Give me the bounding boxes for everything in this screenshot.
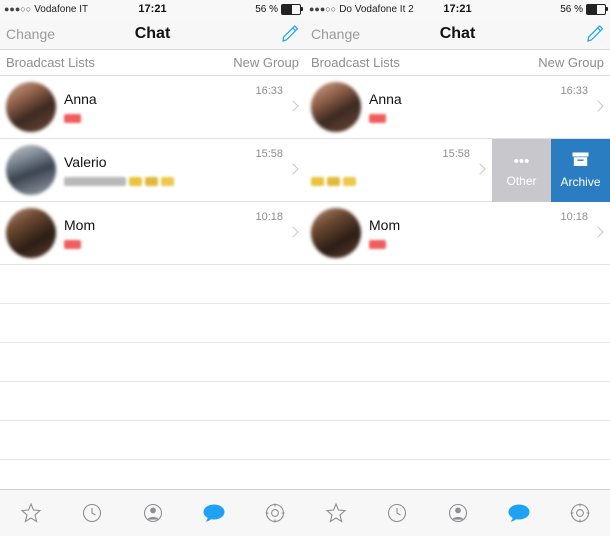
broadcast-lists-button[interactable]: Broadcast Lists: [6, 55, 95, 70]
clock-icon: [386, 502, 408, 524]
new-group-button[interactable]: New Group: [538, 55, 604, 70]
redacted-preview-icon: [64, 176, 126, 186]
timestamp: 10:18: [255, 211, 283, 223]
sidebar-item-starred[interactable]: [305, 502, 366, 524]
other-action-button[interactable]: ••• Other: [492, 139, 551, 202]
compose-button[interactable]: [282, 25, 299, 42]
page-title: Chat: [134, 24, 171, 42]
table-row[interactable]: Mom 10:18: [0, 202, 305, 265]
compose-button[interactable]: [587, 25, 604, 42]
sidebar-item-contacts[interactable]: [427, 502, 488, 524]
page-title: Chat: [439, 24, 476, 42]
redacted-preview-icon: [369, 113, 386, 123]
status-right-cluster: 56 %: [560, 3, 608, 15]
emoji-icon: [161, 176, 174, 186]
compose-icon: [282, 25, 299, 42]
left-sub-bar: Broadcast Lists New Group: [0, 50, 305, 76]
left-chat-list: Anna 16:33 Valerio 15:58 Mom 10:18: [0, 76, 305, 460]
table-row[interactable]: Anna 16:33: [0, 76, 305, 139]
timestamp: 16:33: [560, 85, 588, 97]
sidebar-item-settings[interactable]: [244, 502, 305, 524]
battery-icon: [586, 3, 608, 15]
sidebar-item-settings[interactable]: [549, 502, 610, 524]
swipe-actions: ••• Other Archive: [492, 139, 610, 202]
broadcast-lists-button[interactable]: Broadcast Lists: [311, 55, 400, 70]
sidebar-item-recent[interactable]: [366, 502, 427, 524]
chat-bubble-icon: [202, 502, 226, 524]
contact-name: Mom: [64, 217, 96, 233]
sidebar-item-starred[interactable]: [0, 502, 61, 524]
settings-icon: [264, 502, 286, 524]
message-preview: [64, 113, 283, 123]
right-phone-screen: ●●●○○ Do Vodafone It 2 17:21 56 % Change…: [305, 0, 610, 536]
person-icon: [142, 502, 164, 524]
message-preview: [64, 176, 283, 186]
emoji-icon: [327, 176, 340, 186]
sidebar-item-contacts[interactable]: [122, 502, 183, 524]
timestamp: 15:58: [255, 148, 283, 160]
avatar: [6, 208, 56, 258]
right-tab-bar: [305, 489, 610, 536]
contact-name: Mom: [369, 217, 401, 233]
archive-action-label: Archive: [560, 175, 601, 189]
contact-name: Anna: [64, 91, 97, 107]
sidebar-item-chats[interactable]: [183, 502, 244, 524]
table-row[interactable]: Anna 16:33: [305, 76, 610, 139]
person-icon: [447, 502, 469, 524]
avatar: [311, 208, 361, 258]
settings-icon: [569, 502, 591, 524]
right-nav-bar: Change Chat: [305, 18, 610, 50]
timestamp: 10:18: [560, 211, 588, 223]
right-chat-list: Anna 16:33 15:58 ••• Other Archive Mom 1…: [305, 76, 610, 460]
battery-percent-label: 56 %: [255, 3, 278, 15]
dual-screenshot-stage: ●●●○○ Vodafone IT 17:21 56 % Change Chat…: [0, 0, 610, 536]
avatar: [311, 82, 361, 132]
left-tab-bar: [0, 489, 305, 536]
empty-rows: [305, 265, 610, 460]
ellipsis-icon: •••: [513, 152, 530, 170]
message-preview: [64, 239, 283, 249]
message-preview: [369, 239, 588, 249]
new-group-button[interactable]: New Group: [233, 55, 299, 70]
clock-icon: [81, 502, 103, 524]
sidebar-item-recent[interactable]: [61, 502, 122, 524]
message-preview: [369, 113, 588, 123]
table-row-swiped[interactable]: 15:58 ••• Other Archive: [305, 139, 610, 202]
avatar: [6, 145, 56, 195]
avatar: [6, 82, 56, 132]
star-icon: [20, 502, 42, 524]
contact-name: Anna: [369, 91, 402, 107]
status-right-cluster: 56 %: [255, 3, 303, 15]
left-nav-bar: Change Chat: [0, 18, 305, 50]
archive-box-icon: [572, 152, 589, 170]
timestamp: 16:33: [255, 85, 283, 97]
contact-name: Valerio: [64, 154, 107, 170]
redacted-preview-icon: [64, 239, 81, 249]
battery-icon: [281, 3, 303, 15]
redacted-preview-icon: [369, 239, 386, 249]
emoji-icon: [129, 176, 142, 186]
archive-action-button[interactable]: Archive: [551, 139, 610, 202]
emoji-icon: [311, 176, 324, 186]
left-phone-screen: ●●●○○ Vodafone IT 17:21 56 % Change Chat…: [0, 0, 305, 536]
table-row[interactable]: Valerio 15:58: [0, 139, 305, 202]
emoji-icon: [145, 176, 158, 186]
compose-icon: [587, 25, 604, 42]
left-status-bar: ●●●○○ Vodafone IT 17:21 56 %: [0, 0, 305, 18]
sidebar-item-chats[interactable]: [488, 502, 549, 524]
redacted-preview-icon: [64, 113, 81, 123]
chat-bubble-icon: [507, 502, 531, 524]
battery-percent-label: 56 %: [560, 3, 583, 15]
table-row[interactable]: Mom 10:18: [305, 202, 610, 265]
emoji-icon: [343, 176, 356, 186]
other-action-label: Other: [506, 173, 537, 188]
star-icon: [325, 502, 347, 524]
right-status-bar: ●●●○○ Do Vodafone It 2 17:21 56 %: [305, 0, 610, 18]
timestamp: 15:58: [442, 148, 470, 160]
right-sub-bar: Broadcast Lists New Group: [305, 50, 610, 76]
empty-rows: [0, 265, 305, 460]
